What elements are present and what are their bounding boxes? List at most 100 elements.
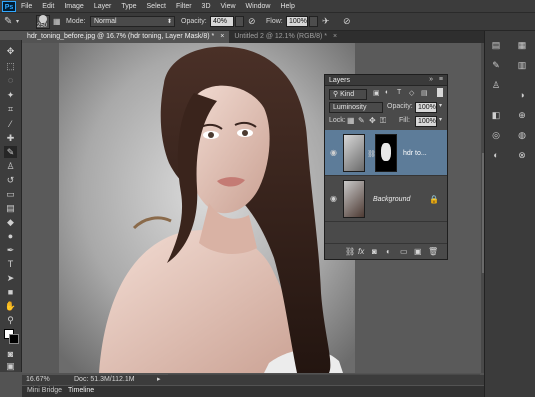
quick-mask-icon[interactable]: ◙ xyxy=(4,348,17,360)
brush-tool-icon[interactable]: ✎ xyxy=(4,146,17,158)
layer-style-icon[interactable]: fx xyxy=(358,247,364,256)
eye-icon[interactable]: ◉ xyxy=(330,148,337,157)
layers-panel-title[interactable]: Layers xyxy=(329,77,350,84)
move-tool-icon[interactable]: ✥ xyxy=(4,45,17,57)
adjustment-filter-icon[interactable]: ◐ xyxy=(385,89,389,96)
canvas-image[interactable] xyxy=(59,43,355,373)
zoom-level[interactable]: 16.67% xyxy=(26,376,50,383)
screen-mode-icon[interactable]: ▣ xyxy=(4,360,17,372)
lock-all-icon[interactable]: ⚿ xyxy=(380,116,386,126)
layer-row-background[interactable]: ◉ Background 🔒 xyxy=(325,176,447,222)
tab-mini-bridge[interactable]: Mini Bridge xyxy=(27,387,62,394)
dodge-tool-icon[interactable]: ● xyxy=(4,230,17,242)
filter-kind-dropdown[interactable]: ⚲ Kind xyxy=(329,89,367,100)
background-color-swatch[interactable] xyxy=(9,334,19,344)
layer-name[interactable]: Background xyxy=(373,196,410,203)
quick-select-tool-icon[interactable]: ✦ xyxy=(4,89,17,101)
opacity-slider-button[interactable] xyxy=(235,16,244,27)
brush-panel-icon[interactable]: ▦ xyxy=(53,17,61,26)
layer-name[interactable]: hdr to... xyxy=(403,150,427,157)
flow-input[interactable]: 100% xyxy=(286,16,308,27)
close-icon[interactable]: × xyxy=(220,33,224,40)
menu-file[interactable]: File xyxy=(16,0,37,13)
link-layers-icon[interactable]: ⛓ xyxy=(345,247,355,256)
hand-tool-icon[interactable]: ✋ xyxy=(4,300,17,312)
tab-untitled-2[interactable]: Untitled 2 @ 12.1% (RGB/8) * × xyxy=(229,31,342,43)
add-mask-icon[interactable]: ◙ xyxy=(372,247,377,256)
blur-tool-icon[interactable]: ◆ xyxy=(4,216,17,228)
document-size[interactable]: Doc: 51.3M/112.1M xyxy=(74,376,135,383)
clone-source-panel-icon[interactable]: ♙ xyxy=(489,79,503,91)
brush-panel-icon[interactable]: ✎ xyxy=(489,59,503,71)
color-panel-icon[interactable]: ▦ xyxy=(515,39,529,51)
healing-brush-tool-icon[interactable]: ✚ xyxy=(4,132,17,144)
layer-thumbnail[interactable] xyxy=(343,180,365,218)
menu-3d[interactable]: 3D xyxy=(197,0,216,13)
airbrush-icon[interactable]: ✈ xyxy=(322,16,330,27)
brush-tool-icon[interactable]: ✎ xyxy=(4,16,12,27)
menu-window[interactable]: Window xyxy=(241,0,276,13)
new-group-icon[interactable]: ▭ xyxy=(400,247,408,256)
menu-help[interactable]: Help xyxy=(275,0,299,13)
layer-mask-thumbnail[interactable] xyxy=(375,134,397,172)
zoom-tool-icon[interactable]: ⚲ xyxy=(4,314,17,326)
shape-filter-icon[interactable]: ◇ xyxy=(409,89,414,97)
crop-tool-icon[interactable]: ⌗ xyxy=(4,103,17,115)
blend-mode-dropdown[interactable]: Luminosity xyxy=(329,102,383,113)
clone-stamp-tool-icon[interactable]: ♙ xyxy=(4,160,17,172)
menu-edit[interactable]: Edit xyxy=(37,0,59,13)
pressure-size-icon[interactable]: ⊘ xyxy=(343,16,351,27)
adjustments-panel-icon[interactable]: ◑ xyxy=(515,89,529,101)
styles-panel-icon[interactable]: ⊕ xyxy=(515,109,529,121)
close-icon[interactable]: × xyxy=(333,33,337,40)
marquee-tool-icon[interactable]: ⬚ xyxy=(4,60,17,72)
shape-tool-icon[interactable]: ■ xyxy=(4,286,17,298)
lock-position-icon[interactable]: ✥ xyxy=(369,116,376,125)
chevron-down-icon[interactable]: ▾ xyxy=(439,116,442,123)
mode-dropdown[interactable]: Normal ⬍ xyxy=(90,16,175,27)
layer-opacity-input[interactable]: 100% xyxy=(415,102,437,113)
flow-slider-button[interactable] xyxy=(309,16,318,27)
panel-menu-icon[interactable]: ≡ xyxy=(439,76,443,83)
trash-icon[interactable]: 🗑 xyxy=(428,247,438,256)
paths-panel-icon[interactable]: ◐ xyxy=(489,149,503,161)
filter-toggle-icon[interactable] xyxy=(437,88,443,97)
history-panel-icon[interactable]: ▤ xyxy=(489,39,503,51)
menu-image[interactable]: Image xyxy=(59,0,88,13)
adjustment-layer-icon[interactable]: ◐ xyxy=(386,247,391,256)
type-filter-icon[interactable]: T xyxy=(397,89,401,96)
tab-hdr-toning-before[interactable]: hdr_toning_before.jpg @ 16.7% (hdr tonin… xyxy=(22,31,230,43)
layers-panel-icon[interactable]: ◧ xyxy=(489,109,503,121)
pen-tool-icon[interactable]: ✒ xyxy=(4,244,17,256)
swatches-panel-icon[interactable]: ▥ xyxy=(515,59,529,71)
menu-select[interactable]: Select xyxy=(142,0,171,13)
lock-transparency-icon[interactable]: ▦ xyxy=(347,116,355,125)
info-panel-icon[interactable]: ⊗ xyxy=(515,149,529,161)
smart-object-filter-icon[interactable]: ▤ xyxy=(421,89,428,97)
pressure-opacity-icon[interactable]: ⊘ xyxy=(248,16,256,27)
eyedropper-tool-icon[interactable]: ⁄ xyxy=(4,118,17,130)
new-layer-icon[interactable]: ▣ xyxy=(414,247,422,256)
pixel-filter-icon[interactable]: ▣ xyxy=(373,89,380,97)
chevron-right-icon[interactable]: ▸ xyxy=(157,375,161,383)
gradient-tool-icon[interactable]: ▤ xyxy=(4,202,17,214)
properties-panel-icon[interactable]: ◍ xyxy=(515,129,529,141)
eye-icon[interactable]: ◉ xyxy=(330,194,337,203)
layer-row-hdr-toning[interactable]: ◉ ⛓ hdr to... xyxy=(325,130,447,176)
brush-preset-chevron-icon[interactable]: ▾ xyxy=(16,18,19,25)
history-brush-tool-icon[interactable]: ↺ xyxy=(4,174,17,186)
channels-panel-icon[interactable]: ◎ xyxy=(489,129,503,141)
menu-filter[interactable]: Filter xyxy=(171,0,197,13)
tab-timeline[interactable]: Timeline xyxy=(68,387,94,394)
menu-layer[interactable]: Layer xyxy=(89,0,117,13)
opacity-input[interactable]: 40% xyxy=(210,16,234,27)
menu-type[interactable]: Type xyxy=(116,0,141,13)
layer-fill-input[interactable]: 100% xyxy=(415,116,437,127)
collapse-icon[interactable]: » xyxy=(429,76,433,83)
brush-preset-picker[interactable]: 250 xyxy=(36,15,50,29)
lasso-tool-icon[interactable]: ◌ xyxy=(4,74,17,86)
lock-pixels-icon[interactable]: ✎ xyxy=(358,116,365,125)
type-tool-icon[interactable]: T xyxy=(4,258,17,270)
eraser-tool-icon[interactable]: ▭ xyxy=(4,188,17,200)
layer-thumbnail[interactable] xyxy=(343,134,365,172)
